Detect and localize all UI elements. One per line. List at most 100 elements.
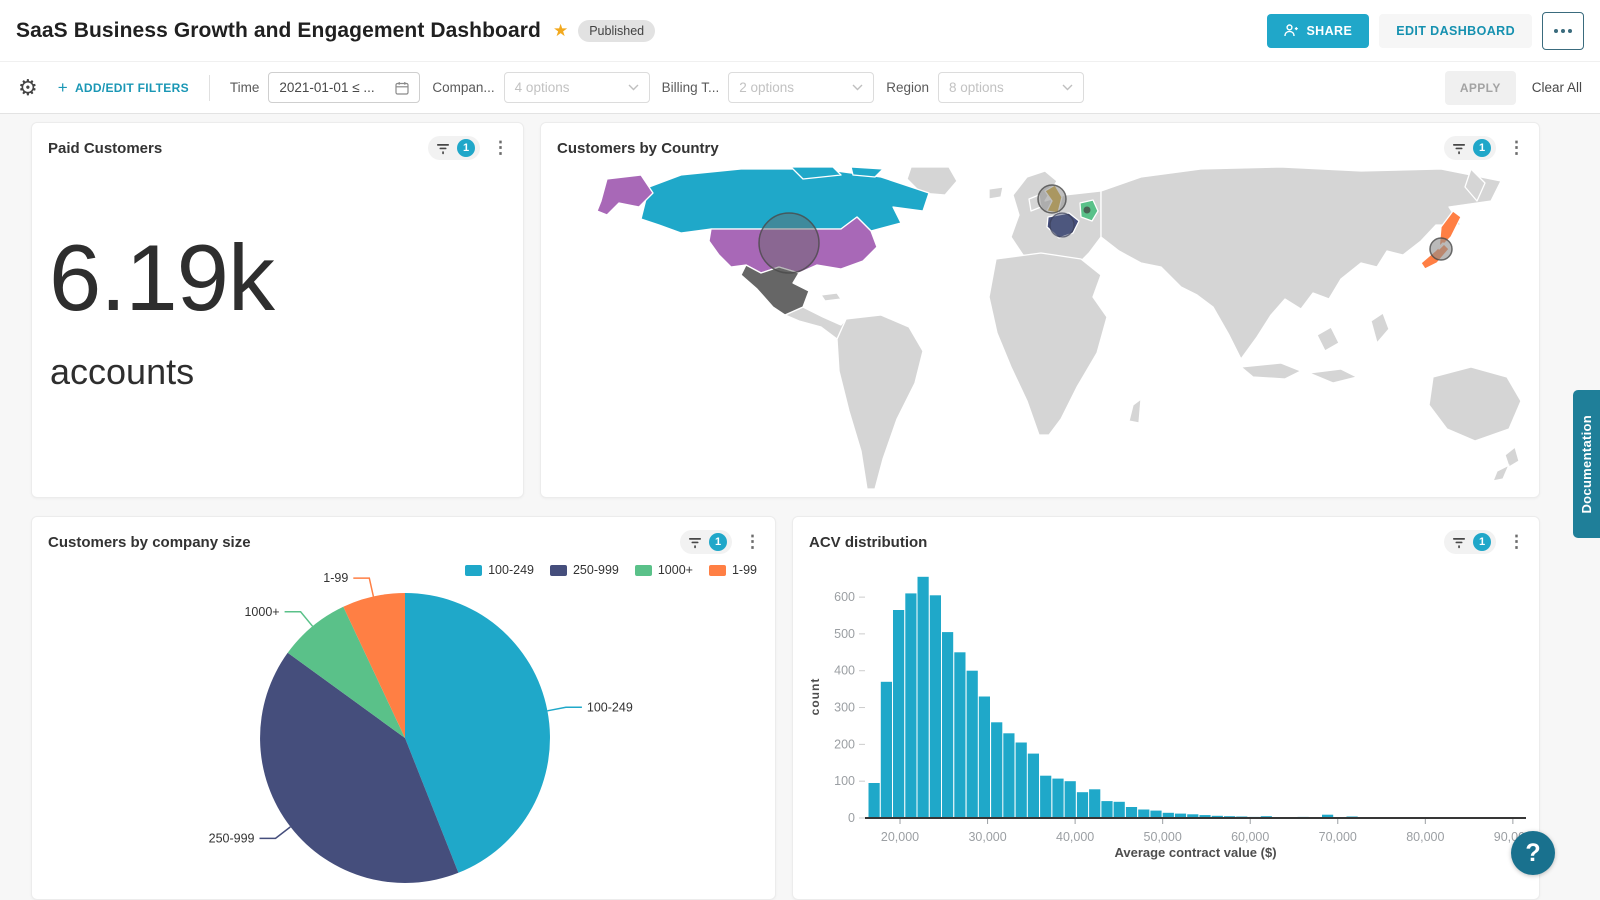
y-tick-label: 600 xyxy=(834,590,855,604)
map-land-philippines xyxy=(1371,313,1389,343)
filter-bar: ⚙ + ADD/EDIT FILTERS Time 2021-01-01 ≤ .… xyxy=(0,62,1600,114)
histogram-bar[interactable] xyxy=(1028,754,1039,818)
pie-callout-line xyxy=(260,827,291,839)
region-select[interactable]: 8 options xyxy=(938,72,1084,103)
add-edit-filters-button[interactable]: + ADD/EDIT FILTERS xyxy=(58,79,189,96)
share-button[interactable]: SHARE xyxy=(1267,14,1369,48)
histogram-bar[interactable] xyxy=(1003,733,1014,818)
applied-filters-indicator[interactable]: 1 xyxy=(1444,530,1496,554)
histogram-bar[interactable] xyxy=(1040,776,1051,818)
histogram-bar[interactable] xyxy=(967,671,978,818)
histogram-bar[interactable] xyxy=(930,595,941,818)
histogram-bar[interactable] xyxy=(1150,811,1161,818)
histogram-bar[interactable] xyxy=(991,722,1002,818)
histogram-bar[interactable] xyxy=(1114,802,1125,818)
widget-menu-icon[interactable]: ⋮ xyxy=(1508,532,1525,552)
histogram-bar[interactable] xyxy=(905,593,916,818)
help-button-label: ? xyxy=(1525,839,1540,868)
billing-term-value: 2 options xyxy=(739,80,794,95)
billing-term-select[interactable]: 2 options xyxy=(728,72,874,103)
histogram-chart: 010020030040050060020,00030,00040,00050,… xyxy=(793,561,1540,900)
big-number-value: 6.19k xyxy=(49,231,523,325)
histogram-bar[interactable] xyxy=(979,697,990,819)
map-land-indonesia xyxy=(1241,363,1301,379)
chevron-down-icon xyxy=(852,84,863,91)
help-button[interactable]: ? xyxy=(1511,831,1555,875)
map-land-new-zealand xyxy=(1493,447,1519,481)
map-land-africa xyxy=(989,253,1107,435)
favorite-star-icon[interactable]: ★ xyxy=(553,21,568,41)
y-tick-label: 100 xyxy=(834,774,855,788)
plus-icon: + xyxy=(58,79,68,96)
map-land-iceland xyxy=(989,187,1003,199)
widget-menu-icon[interactable]: ⋮ xyxy=(744,532,761,552)
y-tick-label: 0 xyxy=(848,811,855,825)
map-land-asia xyxy=(1101,167,1501,359)
widget-menu-icon[interactable]: ⋮ xyxy=(1508,138,1525,158)
filter-label-region: Region xyxy=(886,80,929,95)
chevron-down-icon xyxy=(628,84,639,91)
filter-icon xyxy=(436,142,450,155)
gear-icon[interactable]: ⚙ xyxy=(18,77,38,99)
applied-filters-indicator[interactable]: 1 xyxy=(428,136,480,160)
histogram-bar[interactable] xyxy=(1065,781,1076,818)
edit-dashboard-button[interactable]: EDIT DASHBOARD xyxy=(1379,14,1532,48)
company-size-value: 4 options xyxy=(515,80,570,95)
x-tick-label: 70,000 xyxy=(1319,830,1357,844)
dashboard-page: SaaS Business Growth and Engagement Dash… xyxy=(0,0,1600,900)
documentation-tab-label: Documentation xyxy=(1579,415,1594,514)
histogram-bar[interactable] xyxy=(1052,779,1063,818)
histogram-bar[interactable] xyxy=(1089,789,1100,818)
pie-slice-label: 1-99 xyxy=(323,571,348,585)
map-country-mexico[interactable] xyxy=(741,265,809,315)
clear-all-button[interactable]: Clear All xyxy=(1532,80,1582,95)
histogram-bar[interactable] xyxy=(881,682,892,818)
y-tick-label: 400 xyxy=(834,664,855,678)
x-tick-label: 30,000 xyxy=(968,830,1006,844)
histogram-bar[interactable] xyxy=(1138,810,1149,819)
map-land-central-america xyxy=(785,307,846,339)
page-title: SaaS Business Growth and Engagement Dash… xyxy=(16,19,541,43)
histogram-bar[interactable] xyxy=(1126,807,1137,818)
status-badge: Published xyxy=(578,20,655,42)
widget-company-size: Customers by company size 1 ⋮ 100-249250… xyxy=(31,516,776,900)
documentation-tab[interactable]: Documentation xyxy=(1573,390,1600,538)
company-size-select[interactable]: 4 options xyxy=(504,72,650,103)
pie-slice-label: 1000+ xyxy=(244,605,279,619)
map-bubble-france[interactable] xyxy=(1050,213,1074,237)
divider xyxy=(209,75,210,101)
y-axis-title: count xyxy=(808,678,822,716)
histogram-bar[interactable] xyxy=(1077,792,1088,818)
filter-count-badge: 1 xyxy=(709,533,727,551)
map-bubble-japan[interactable] xyxy=(1430,238,1452,260)
map-bubble-germany[interactable] xyxy=(1084,207,1091,214)
filter-icon xyxy=(688,536,702,549)
filter-group-billing: Billing T... 2 options xyxy=(662,72,875,103)
x-tick-label: 20,000 xyxy=(881,830,919,844)
applied-filters-indicator[interactable]: 1 xyxy=(1444,136,1496,160)
histogram-bar[interactable] xyxy=(893,610,904,818)
histogram-bar[interactable] xyxy=(1101,801,1112,818)
map-bubble-uk[interactable] xyxy=(1038,185,1066,213)
apply-button[interactable]: APPLY xyxy=(1445,71,1516,105)
filter-group-time: Time 2021-01-01 ≤ ... xyxy=(230,72,421,103)
widget-menu-icon[interactable]: ⋮ xyxy=(492,138,509,158)
map-bubble-usa[interactable] xyxy=(759,213,819,273)
histogram-bar[interactable] xyxy=(954,652,965,818)
applied-filters-indicator[interactable]: 1 xyxy=(680,530,732,554)
pie-callout-line xyxy=(285,612,313,627)
big-number-unit: accounts xyxy=(50,351,523,393)
time-range-input[interactable]: 2021-01-01 ≤ ... xyxy=(268,72,420,103)
histogram-bar[interactable] xyxy=(942,632,953,818)
x-tick-label: 60,000 xyxy=(1231,830,1269,844)
histogram-bar[interactable] xyxy=(1016,743,1027,819)
x-axis-title: Average contract value ($) xyxy=(1114,845,1276,860)
filter-group-company: Compan... 4 options xyxy=(432,72,649,103)
histogram-bar[interactable] xyxy=(918,577,929,818)
pie-slice-label: 250-999 xyxy=(209,831,255,845)
more-actions-button[interactable] xyxy=(1542,12,1584,50)
y-tick-label: 500 xyxy=(834,627,855,641)
pie-chart: 100-249250-9991000+1-99 xyxy=(32,561,776,900)
filter-icon xyxy=(1452,142,1466,155)
histogram-bar[interactable] xyxy=(869,783,880,818)
